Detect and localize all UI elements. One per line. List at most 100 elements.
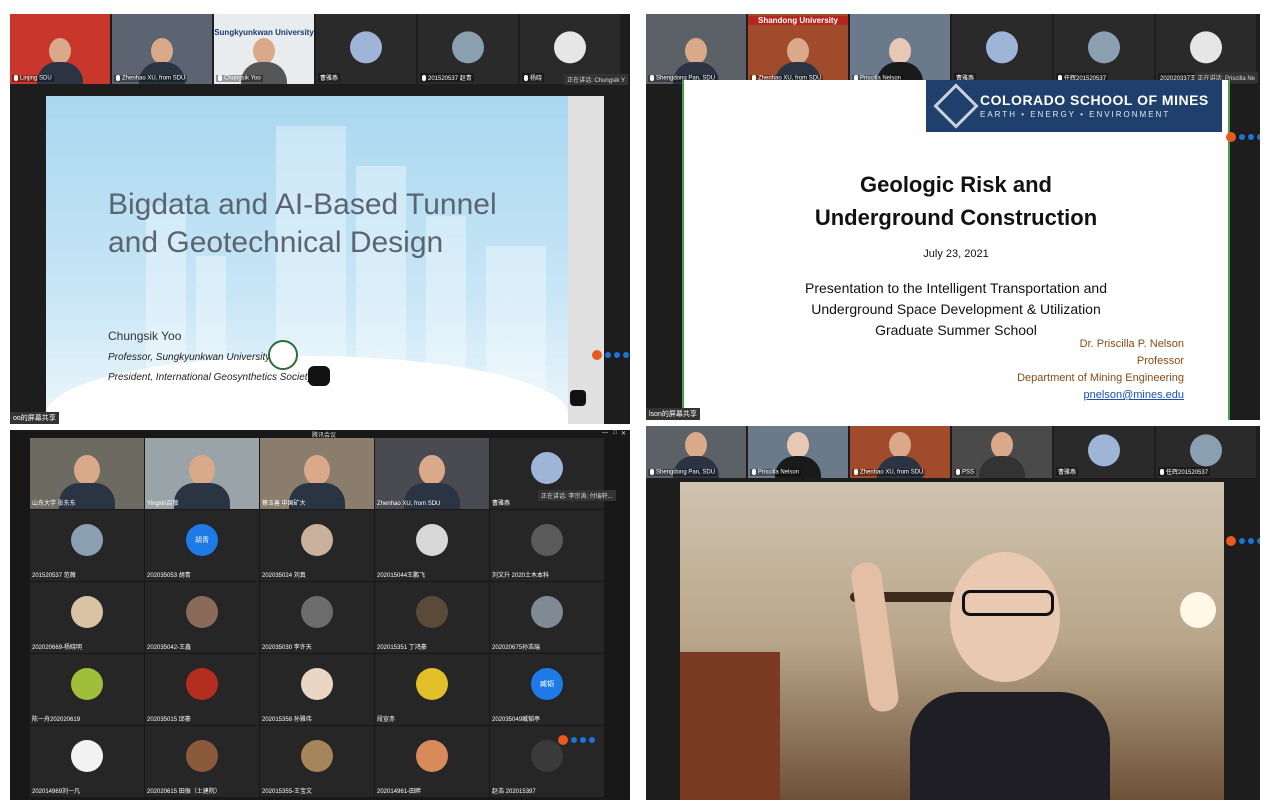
mic-icon <box>650 75 654 82</box>
toolbar-icon[interactable] <box>589 737 595 743</box>
avatar <box>531 451 563 484</box>
slide-title: Bigdata and AI-Based Tunnel and Geotechni… <box>108 188 497 259</box>
participant-name: 202020669-杨晓明 <box>32 645 83 651</box>
participant-tile[interactable]: Zhenhao XU, from SDU <box>112 14 212 84</box>
avatar <box>186 739 218 772</box>
share-label: oo的屏幕共享 <box>10 412 59 424</box>
toolbar-icon[interactable] <box>1239 134 1245 140</box>
mic-icon <box>1160 469 1164 476</box>
igs-logo-icon <box>308 366 330 386</box>
toolbar-icon[interactable] <box>571 737 577 743</box>
avatar <box>1190 31 1222 64</box>
close-icon[interactable]: ✕ <box>621 430 626 437</box>
input-toolbar[interactable] <box>1226 132 1260 142</box>
input-method-icon[interactable] <box>558 735 568 745</box>
input-toolbar[interactable] <box>1226 536 1260 546</box>
participant-tile[interactable]: 202035042-王鑫 <box>145 582 259 653</box>
mic-icon <box>524 75 528 82</box>
input-method-icon[interactable] <box>592 350 602 360</box>
toolbar-icon[interactable] <box>1257 134 1260 140</box>
participant-name: Chungsik Yoo <box>216 75 263 82</box>
toolbar-icon[interactable] <box>614 352 620 358</box>
shared-slide: COLORADO SCHOOL OF MINES EARTH • ENERGY … <box>682 80 1230 420</box>
participant-tile[interactable]: 202014969刘一凡 <box>30 726 144 797</box>
toolbar-icon[interactable] <box>1257 538 1260 544</box>
participant-tile[interactable]: 刘文升 2020土木本科 <box>490 510 604 581</box>
mic-icon <box>752 469 756 476</box>
toolbar-icon[interactable] <box>1248 134 1254 140</box>
participant-tile[interactable]: Priscilla Nelson <box>850 14 950 84</box>
participant-tile[interactable]: 202020675孙浩瑞 <box>490 582 604 653</box>
input-method-icon[interactable] <box>1226 536 1236 546</box>
avatar: 胡青 <box>186 523 218 556</box>
participant-tile[interactable]: 202035024 刘真 <box>260 510 374 581</box>
participant-name: 201520537 范薇 <box>32 573 76 579</box>
participant-tile[interactable]: 段宣赤 <box>375 654 489 725</box>
participant-tile[interactable]: 202020669-杨晓明 <box>30 582 144 653</box>
participant-tile[interactable]: Shandong University Zhenhao XU, from SDU <box>748 14 848 84</box>
maximize-icon[interactable]: □ <box>613 430 617 436</box>
slide-title: Geologic Risk and Underground Constructio… <box>814 172 1098 230</box>
participant-strip: Linjing SDU Zhenhao XU, from SDU Sungkyu… <box>10 14 620 84</box>
university-caption: Sungkyunkwan University <box>214 28 314 37</box>
participant-tile[interactable]: 202015044王鹏飞 <box>375 510 489 581</box>
participant-tile[interactable]: 任辉201520537 <box>1156 426 1256 478</box>
toolbar-icon[interactable] <box>580 737 586 743</box>
participant-tile[interactable]: Linjing SDU <box>10 14 110 84</box>
input-method-icon[interactable] <box>1226 132 1236 142</box>
participant-name: 202014961-田畔 <box>377 789 422 795</box>
participant-tile[interactable]: Zhenhao XU, from SDU <box>375 438 489 509</box>
participant-name: 202015044王鹏飞 <box>377 573 426 579</box>
participant-tile[interactable]: 202015351 丁鸿豪 <box>375 582 489 653</box>
participant-name: Shengdong Pan, SDU <box>648 469 718 476</box>
input-toolbar[interactable] <box>558 735 595 745</box>
participant-tile[interactable]: 202035015 邱豪 <box>145 654 259 725</box>
participant-tile[interactable]: Shengdong Pan, SDU <box>646 14 746 84</box>
avatar <box>301 739 333 772</box>
participant-name: 202035015 邱豪 <box>147 717 191 723</box>
participant-tile[interactable]: 曹雅燕 <box>952 14 1052 84</box>
participant-tile[interactable]: 山东大学 张东东 <box>30 438 144 509</box>
participant-tile[interactable]: Priscilla Nelson <box>748 426 848 478</box>
participant-tile[interactable]: 201520537 范薇 <box>30 510 144 581</box>
toolbar-icon[interactable] <box>1239 538 1245 544</box>
avatar <box>1088 434 1120 467</box>
participant-tile[interactable]: Zhenhao XU, from SDU <box>850 426 950 478</box>
participant-tile[interactable]: 臧韬 202035049臧韬亭 <box>490 654 604 725</box>
avatar <box>1190 434 1222 467</box>
participant-tile[interactable]: 曹雅燕 <box>316 14 416 84</box>
participant-tile[interactable]: Yingxin吕敬 <box>145 438 259 509</box>
participant-tile[interactable]: 202015358 孙雅伟 <box>260 654 374 725</box>
participant-name: Priscilla Nelson <box>750 469 802 476</box>
meeting-panel-1: Linjing SDU Zhenhao XU, from SDU Sungkyu… <box>10 14 630 424</box>
participant-tile[interactable]: 202035030 李许天 <box>260 582 374 653</box>
avatar <box>186 667 218 700</box>
avatar <box>1088 31 1120 64</box>
avatar <box>452 31 484 64</box>
toolbar-icon[interactable] <box>623 352 629 358</box>
participant-video <box>979 432 1025 478</box>
participant-tile[interactable]: 任辉201520537 <box>1054 14 1154 84</box>
avatar <box>554 31 586 64</box>
avatar <box>416 667 448 700</box>
participant-tile[interactable]: Shengdong Pan, SDU <box>646 426 746 478</box>
participant-tile[interactable]: 202020615 田振（土建院） <box>145 726 259 797</box>
participant-tile[interactable]: 陈一舟202020619 <box>30 654 144 725</box>
participant-tile[interactable]: 曹雅燕 <box>1054 426 1154 478</box>
participant-tile[interactable]: 202015355-王宝文 <box>260 726 374 797</box>
participant-tile[interactable]: Sungkyunkwan University Chungsik Yoo <box>214 14 314 84</box>
speaker-person <box>849 552 1130 800</box>
author-department: Department of Mining Engineering <box>1017 372 1184 384</box>
meeting-panel-3: 腾讯会议 — □ ✕ 山东大学 张东东 Yingxin吕敬 蔡玉善 中国矿大 Zhen… <box>10 430 630 800</box>
input-toolbar[interactable] <box>592 350 629 360</box>
toolbar-icon[interactable] <box>1248 538 1254 544</box>
gray-sidebar <box>568 96 604 424</box>
participant-tile[interactable]: 胡青 202035053 胡青 <box>145 510 259 581</box>
participant-tile[interactable]: 蔡玉善 中国矿大 <box>260 438 374 509</box>
participant-tile[interactable]: PSS <box>952 426 1052 478</box>
author-email-link[interactable]: pnelson@mines.edu <box>1084 389 1184 401</box>
minimize-icon[interactable]: — <box>602 430 608 436</box>
participant-tile[interactable]: 202014961-田畔 <box>375 726 489 797</box>
participant-tile[interactable]: 201520537 赵青 <box>418 14 518 84</box>
toolbar-icon[interactable] <box>605 352 611 358</box>
